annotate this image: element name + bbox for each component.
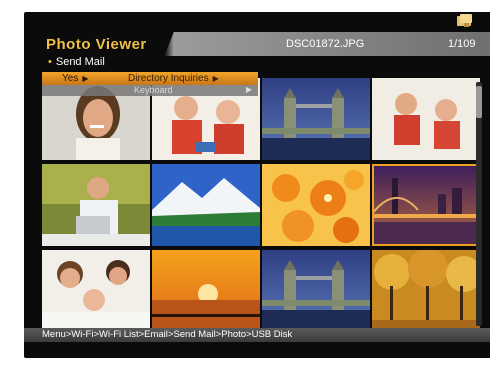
thumbnail-tower-bridge-2[interactable] xyxy=(262,250,370,332)
breadcrumb: Menu>Wi-Fi>Wi-Fi List>Email>Send Mail>Ph… xyxy=(24,328,490,342)
thumbnail-sunset-sea[interactable] xyxy=(152,250,260,332)
file-name: DSC01872.JPG xyxy=(286,38,365,50)
scrollbar-thumb[interactable] xyxy=(476,86,482,118)
option-yes-label: Yes xyxy=(62,73,79,84)
arrow-right-icon: ▶ xyxy=(212,74,219,83)
thumbnail-orange-flowers[interactable] xyxy=(262,164,370,246)
send-mail-popup-menu: Yes ▶ Directory Inquiries ▶ Keyboard ▶ xyxy=(42,72,258,96)
thumbnail-mountain-lake[interactable] xyxy=(152,164,260,246)
photo-viewer-screen: Photo Viewer DSC01872.JPG 1/109 • Send Ma… xyxy=(24,12,490,358)
bullet-icon: • xyxy=(48,56,52,68)
popup-options-row: Yes ▶ Directory Inquiries ▶ xyxy=(42,72,258,85)
thumbnail-man-phone-laptop[interactable] xyxy=(42,164,150,246)
thumbnail-city-bridge-night[interactable] xyxy=(372,164,480,246)
header-bar: Photo Viewer DSC01872.JPG 1/109 xyxy=(24,32,490,58)
option-keyboard[interactable]: Keyboard xyxy=(134,85,173,95)
scrollbar[interactable] xyxy=(476,82,482,326)
thumbnail-kids-sitting[interactable] xyxy=(372,78,480,160)
breadcrumb-path: Menu>Wi-Fi>Wi-Fi List>Email>Send Mail>Ph… xyxy=(42,329,293,340)
arrow-right-icon: ▶ xyxy=(245,85,252,94)
thumbnail-family[interactable] xyxy=(42,250,150,332)
thumbnail-autumn-trees[interactable] xyxy=(372,250,480,332)
usb-storage-icon xyxy=(456,14,474,28)
arrow-right-icon: ▶ xyxy=(82,74,89,83)
page-title: Photo Viewer xyxy=(46,36,147,53)
photo-counter: 1/109 xyxy=(448,38,476,50)
submenu-label: • Send Mail xyxy=(48,56,105,68)
popup-submenu-row: Keyboard ▶ xyxy=(42,85,258,96)
thumbnail-tower-bridge[interactable] xyxy=(262,78,370,160)
option-directory-inquiries[interactable]: Directory Inquiries ▶ xyxy=(128,73,219,84)
option-directory-label: Directory Inquiries xyxy=(128,73,209,84)
submenu-text: Send Mail xyxy=(55,56,105,68)
thumbnail-grid xyxy=(28,78,480,336)
option-yes[interactable]: Yes ▶ xyxy=(62,73,88,84)
